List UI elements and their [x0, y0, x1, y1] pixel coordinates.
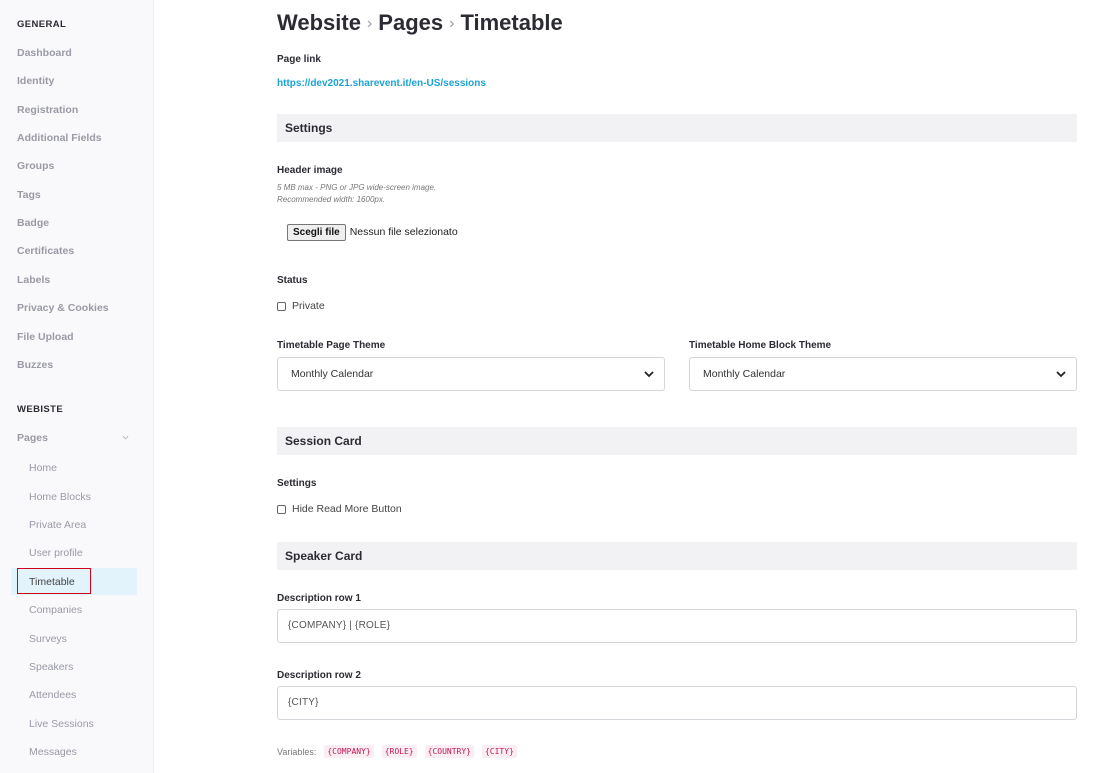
settings-section-header: Settings: [277, 114, 1077, 142]
active-item-outline: [17, 568, 91, 594]
description-row-2-label: Description row 2: [277, 670, 361, 681]
variable-chip[interactable]: {ROLE}: [381, 745, 417, 758]
private-checkbox-row[interactable]: Private: [277, 300, 325, 312]
sidebar-item-dashboard[interactable]: Dashboard: [17, 47, 72, 59]
variable-chip[interactable]: {COUNTRY}: [424, 745, 474, 758]
page-theme-label: Timetable Page Theme: [277, 340, 386, 351]
sidebar-subitem-user-profile[interactable]: User profile: [29, 547, 83, 559]
home-block-theme-select[interactable]: Monthly Calendar: [689, 357, 1077, 391]
page-theme-value: Monthly Calendar: [291, 368, 374, 380]
variables-label: Variables:: [277, 746, 317, 757]
sidebar: GENERAL Dashboard Identity Registration …: [0, 0, 154, 773]
private-checkbox[interactable]: [277, 301, 286, 311]
sidebar-subitem-live-sessions[interactable]: Live Sessions: [29, 718, 94, 730]
sidebar-item-identity[interactable]: Identity: [17, 75, 54, 87]
sidebar-item-badge[interactable]: Badge: [17, 217, 49, 229]
sidebar-subitem-companies[interactable]: Companies: [29, 604, 82, 616]
status-label: Status: [277, 275, 308, 286]
description-row-1-input[interactable]: {COMPANY} | {ROLE}: [277, 609, 1077, 643]
breadcrumb: Website › Pages › Timetable: [277, 10, 563, 36]
session-card-section-header: Session Card: [277, 427, 1077, 455]
page-title: Timetable: [460, 10, 563, 35]
variable-chip[interactable]: {COMPANY}: [324, 745, 374, 758]
breadcrumb-separator: ›: [449, 15, 455, 32]
private-checkbox-label: Private: [292, 300, 325, 312]
sidebar-item-privacy-cookies[interactable]: Privacy & Cookies: [17, 302, 109, 314]
sidebar-subitem-speakers[interactable]: Speakers: [29, 661, 73, 673]
home-block-theme-value: Monthly Calendar: [703, 368, 786, 380]
header-image-label: Header image: [277, 165, 343, 176]
breadcrumb-pages[interactable]: Pages: [378, 10, 443, 35]
sidebar-subitem-home-blocks[interactable]: Home Blocks: [29, 491, 91, 503]
sidebar-subitem-messages[interactable]: Messages: [29, 746, 77, 758]
variables-list: Variables: {COMPANY} {ROLE} {COUNTRY} {C…: [277, 745, 517, 758]
sidebar-subitem-private-area[interactable]: Private Area: [29, 519, 86, 531]
breadcrumb-website[interactable]: Website: [277, 10, 361, 35]
sidebar-item-additional-fields[interactable]: Additional Fields: [17, 132, 102, 144]
chevron-down-icon[interactable]: [122, 434, 129, 441]
breadcrumb-separator: ›: [366, 15, 373, 32]
header-image-hint-width: Recommended width: 1600px.: [277, 195, 386, 204]
sidebar-subitem-surveys[interactable]: Surveys: [29, 633, 67, 645]
home-block-theme-label: Timetable Home Block Theme: [689, 340, 832, 351]
sidebar-item-file-upload[interactable]: File Upload: [17, 331, 74, 343]
hide-read-more-label: Hide Read More Button: [292, 503, 402, 515]
hide-read-more-checkbox[interactable]: [277, 504, 286, 514]
description-row-1-label: Description row 1: [277, 593, 361, 604]
speaker-card-section-header: Speaker Card: [277, 542, 1077, 570]
sidebar-subitem-home[interactable]: Home: [29, 462, 57, 474]
header-image-hint-size: 5 MB max - PNG or JPG wide-screen image.: [277, 183, 437, 192]
page-link-url[interactable]: https://dev2021.sharevent.it/en-US/sessi…: [277, 78, 486, 89]
sidebar-item-buzzes[interactable]: Buzzes: [17, 359, 53, 371]
sidebar-item-certificates[interactable]: Certificates: [17, 245, 74, 257]
page-link-label: Page link: [277, 54, 321, 65]
page-theme-select[interactable]: Monthly Calendar: [277, 357, 665, 391]
sidebar-item-labels[interactable]: Labels: [17, 274, 50, 286]
choose-file-button[interactable]: Scegli file: [287, 224, 346, 241]
chevron-down-icon: [644, 371, 654, 378]
sidebar-heading-website: WEBISTE: [17, 404, 64, 415]
sidebar-item-pages[interactable]: Pages: [17, 432, 48, 444]
hide-read-more-row[interactable]: Hide Read More Button: [277, 503, 402, 515]
session-card-settings-label: Settings: [277, 478, 317, 489]
chevron-down-icon: [1056, 371, 1066, 378]
variable-chip[interactable]: {CITY}: [481, 745, 517, 758]
sidebar-item-registration[interactable]: Registration: [17, 104, 78, 116]
file-status: Nessun file selezionato: [349, 226, 458, 238]
sidebar-item-groups[interactable]: Groups: [17, 160, 54, 172]
sidebar-item-tags[interactable]: Tags: [17, 189, 41, 201]
sidebar-subitem-attendees[interactable]: Attendees: [29, 689, 76, 701]
description-row-2-input[interactable]: {CITY}: [277, 686, 1077, 720]
sidebar-heading-general: GENERAL: [17, 19, 67, 30]
file-input: Scegli file Nessun file selezionato: [287, 224, 458, 241]
